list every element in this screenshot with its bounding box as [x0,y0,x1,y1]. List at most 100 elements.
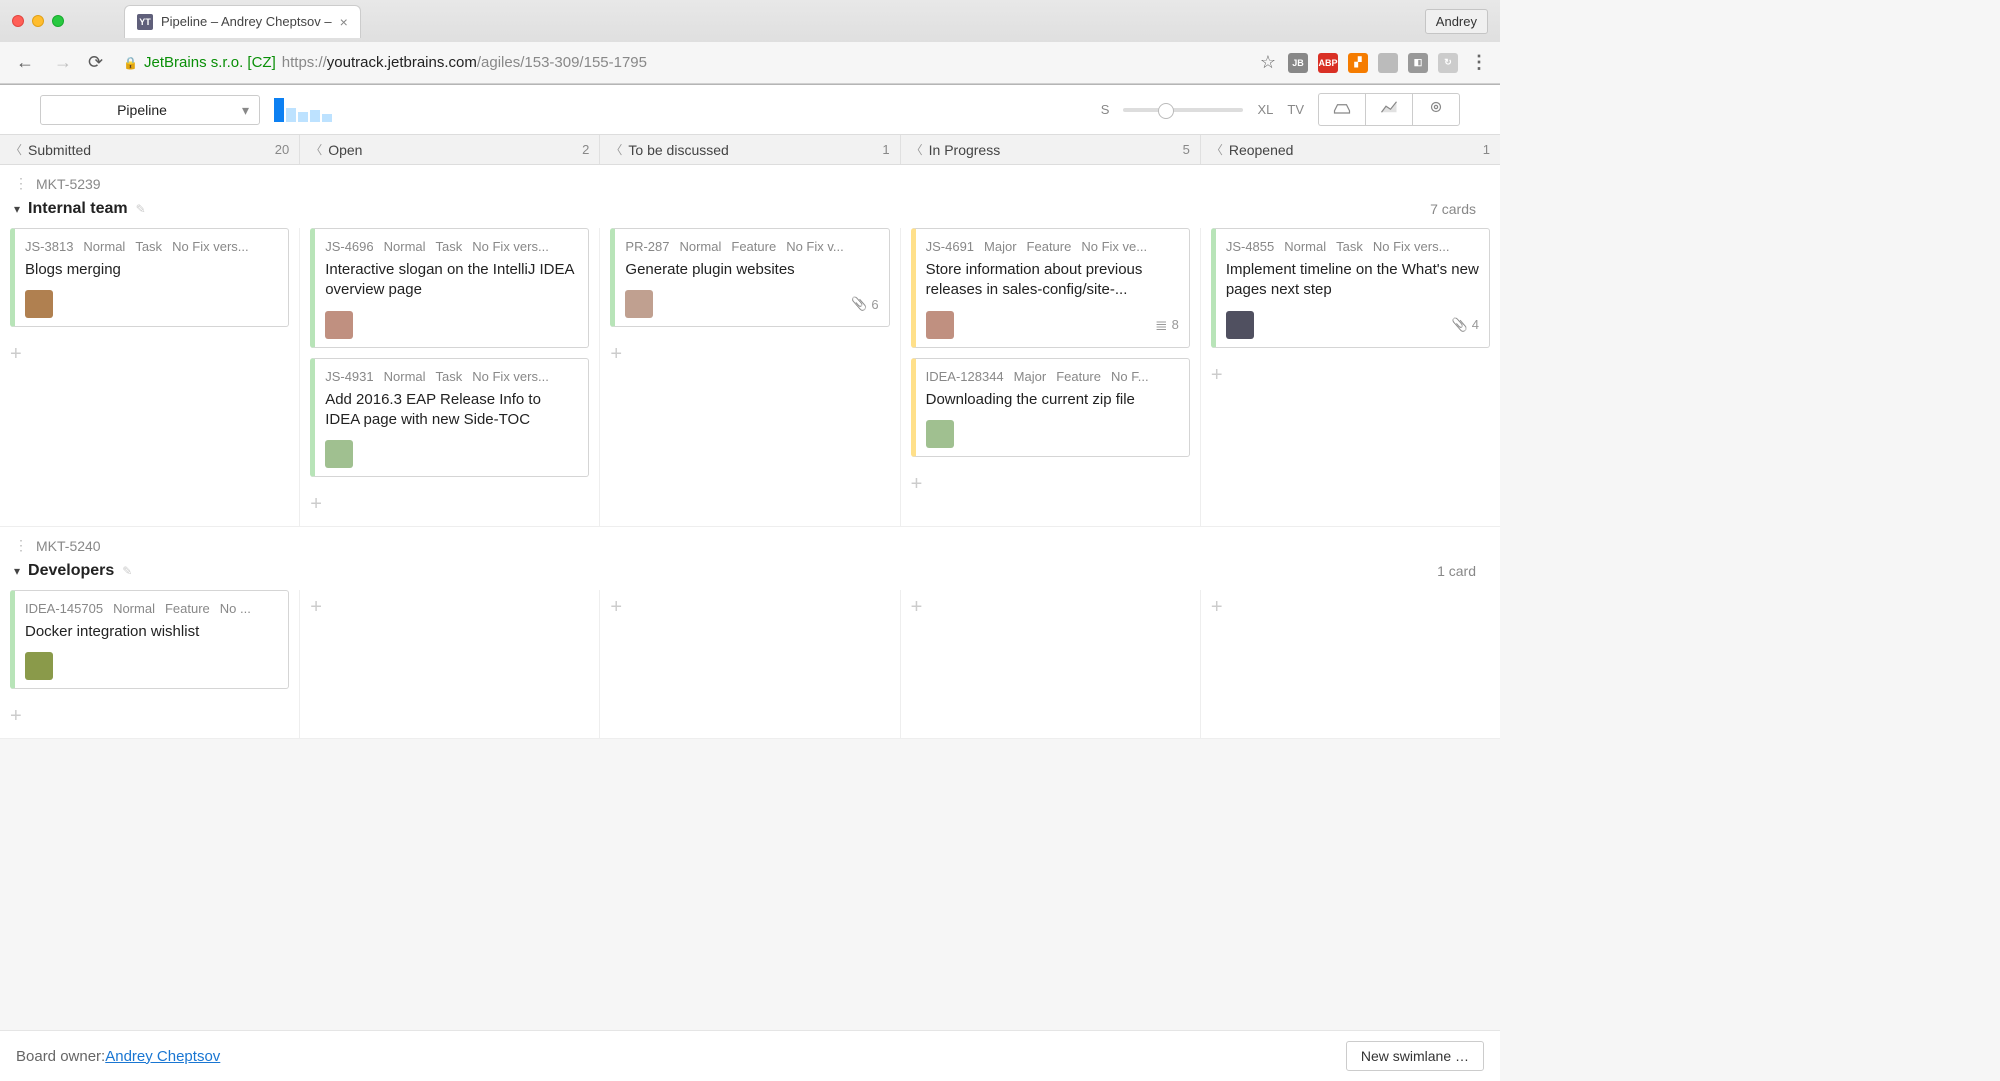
collapse-column-icon[interactable]: 〈 [610,141,622,158]
add-card-button[interactable]: + [10,699,289,738]
swimlane-toggle-icon[interactable]: ▾ [14,202,20,216]
card[interactable]: JS-4691 Major Feature No Fix ve... Store… [911,228,1190,348]
attachment-icon [1452,317,1468,333]
edit-icon[interactable]: ✎ [122,564,132,578]
backlog-button[interactable] [1318,93,1365,126]
column-count: 2 [582,142,589,157]
favicon-icon: YT [137,14,153,30]
swimlane-card-count: 1 card [1437,563,1486,579]
card[interactable]: JS-3813 Normal Task No Fix vers... Blogs… [10,228,289,327]
card-id[interactable]: IDEA-128344 [926,369,1004,384]
card-fix-version: No Fix vers... [472,239,549,254]
card-id[interactable]: JS-4931 [325,369,373,384]
browser-tab[interactable]: YT Pipeline – Andrey Cheptsov – × [124,5,361,38]
card-id[interactable]: IDEA-145705 [25,601,103,616]
address-bar[interactable]: 🔒 JetBrains s.r.o. [CZ] https://youtrack… [115,50,1248,75]
collapse-column-icon[interactable]: 〈 [10,141,22,158]
maximize-window-icon[interactable] [52,15,64,27]
assignee-avatar[interactable] [1226,311,1254,339]
drag-handle-icon[interactable]: ⋮ [14,175,28,192]
column-header[interactable]: 〈 To be discussed 1 [600,135,900,164]
tv-mode-label[interactable]: TV [1287,102,1304,117]
swimlane-key[interactable]: MKT-5240 [36,538,101,554]
assignee-avatar[interactable] [926,420,954,448]
card-attachments[interactable]: 6 [851,296,878,312]
swimlane-header: ▾ Developers ✎ 1 card [0,558,1500,590]
card[interactable]: JS-4855 Normal Task No Fix vers... Imple… [1211,228,1490,348]
assignee-avatar[interactable] [625,290,653,318]
forward-button[interactable]: → [50,48,76,77]
user-badge[interactable]: Andrey [1425,9,1488,34]
extension-analytics-icon[interactable]: ▞ [1348,53,1368,73]
extension-cube-icon[interactable]: ◧ [1408,53,1428,73]
add-card-button[interactable]: + [1211,590,1490,629]
add-card-button[interactable]: + [610,337,889,376]
board-body: ⋮ MKT-5239 ▾ Internal team ✎ 7 cards JS-3… [0,165,1500,739]
card-size-slider[interactable] [1123,108,1243,112]
column-header[interactable]: 〈 Reopened 1 [1201,135,1500,164]
assignee-avatar[interactable] [325,440,353,468]
swimlane-header: ▾ Internal team ✎ 7 cards [0,196,1500,228]
assignee-avatar[interactable] [926,311,954,339]
card-attachments[interactable]: 8 [1155,316,1179,334]
add-card-button[interactable]: + [610,590,889,629]
add-card-button[interactable]: + [10,337,289,376]
close-window-icon[interactable] [12,15,24,27]
card-id[interactable]: PR-287 [625,239,669,254]
column-header[interactable]: 〈 Submitted 20 [0,135,300,164]
assignee-avatar[interactable] [325,311,353,339]
card[interactable]: IDEA-145705 Normal Feature No ... Docker… [10,590,289,689]
board-column: JS-4696 Normal Task No Fix vers... Inter… [300,228,600,526]
extension-sync-icon[interactable]: ↻ [1438,53,1458,73]
board-selector[interactable]: Pipeline [40,95,260,125]
column-header[interactable]: 〈 In Progress 5 [901,135,1201,164]
chart-button[interactable] [1365,93,1412,126]
close-tab-icon[interactable]: × [340,14,348,30]
swimlane-key[interactable]: MKT-5239 [36,176,101,192]
reload-button[interactable]: ⟳ [88,52,103,73]
card-id[interactable]: JS-4691 [926,239,974,254]
tab-strip: YT Pipeline – Andrey Cheptsov – × [124,5,361,38]
add-card-button[interactable]: + [310,487,589,526]
browser-menu-icon[interactable]: ⋮ [1470,52,1488,73]
collapse-column-icon[interactable]: 〈 [911,141,923,158]
back-button[interactable]: ← [12,48,38,77]
board-toolbar: Pipeline S XL TV [0,85,1500,134]
extension-jb-icon[interactable]: JB [1288,53,1308,73]
board-column: + [901,590,1201,738]
collapse-column-icon[interactable]: 〈 [310,141,322,158]
card-id[interactable]: JS-4855 [1226,239,1274,254]
card-id[interactable]: JS-4696 [325,239,373,254]
new-swimlane-button[interactable]: New swimlane … [1346,1041,1484,1071]
column-header[interactable]: 〈 Open 2 [300,135,600,164]
card-priority: Major [984,239,1017,254]
extension-abp-icon[interactable]: ABP [1318,53,1338,73]
extension-icon[interactable] [1378,53,1398,73]
card-id[interactable]: JS-3813 [25,239,73,254]
add-card-button[interactable]: + [911,590,1190,629]
assignee-avatar[interactable] [25,652,53,680]
url-path: /agiles/153-309/155-1795 [477,54,647,71]
card-title: Downloading the current zip file [926,390,1179,410]
swimlane-toggle-icon[interactable]: ▾ [14,564,20,578]
add-card-button[interactable]: + [1211,358,1490,397]
add-card-button[interactable]: + [911,467,1190,506]
owner-link[interactable]: Andrey Cheptsov [105,1048,220,1065]
card[interactable]: JS-4931 Normal Task No Fix vers... Add 2… [310,358,589,478]
add-card-button[interactable]: + [310,590,589,629]
size-small-label: S [1101,102,1110,117]
bookmark-star-icon[interactable]: ☆ [1260,52,1276,73]
card[interactable]: PR-287 Normal Feature No Fix v... Genera… [610,228,889,327]
assignee-avatar[interactable] [25,290,53,318]
view-controls: S XL TV [1101,93,1460,126]
card[interactable]: JS-4696 Normal Task No Fix vers... Inter… [310,228,589,348]
settings-button[interactable] [1412,93,1460,126]
drag-handle-icon[interactable]: ⋮ [14,537,28,554]
card[interactable]: IDEA-128344 Major Feature No F... Downlo… [911,358,1190,457]
card-attachments[interactable]: 4 [1452,317,1479,333]
edit-icon[interactable]: ✎ [136,202,146,216]
card-meta: JS-4855 Normal Task No Fix vers... [1226,239,1479,254]
minimize-window-icon[interactable] [32,15,44,27]
collapse-column-icon[interactable]: 〈 [1211,141,1223,158]
sprint-minimap[interactable] [274,98,332,122]
